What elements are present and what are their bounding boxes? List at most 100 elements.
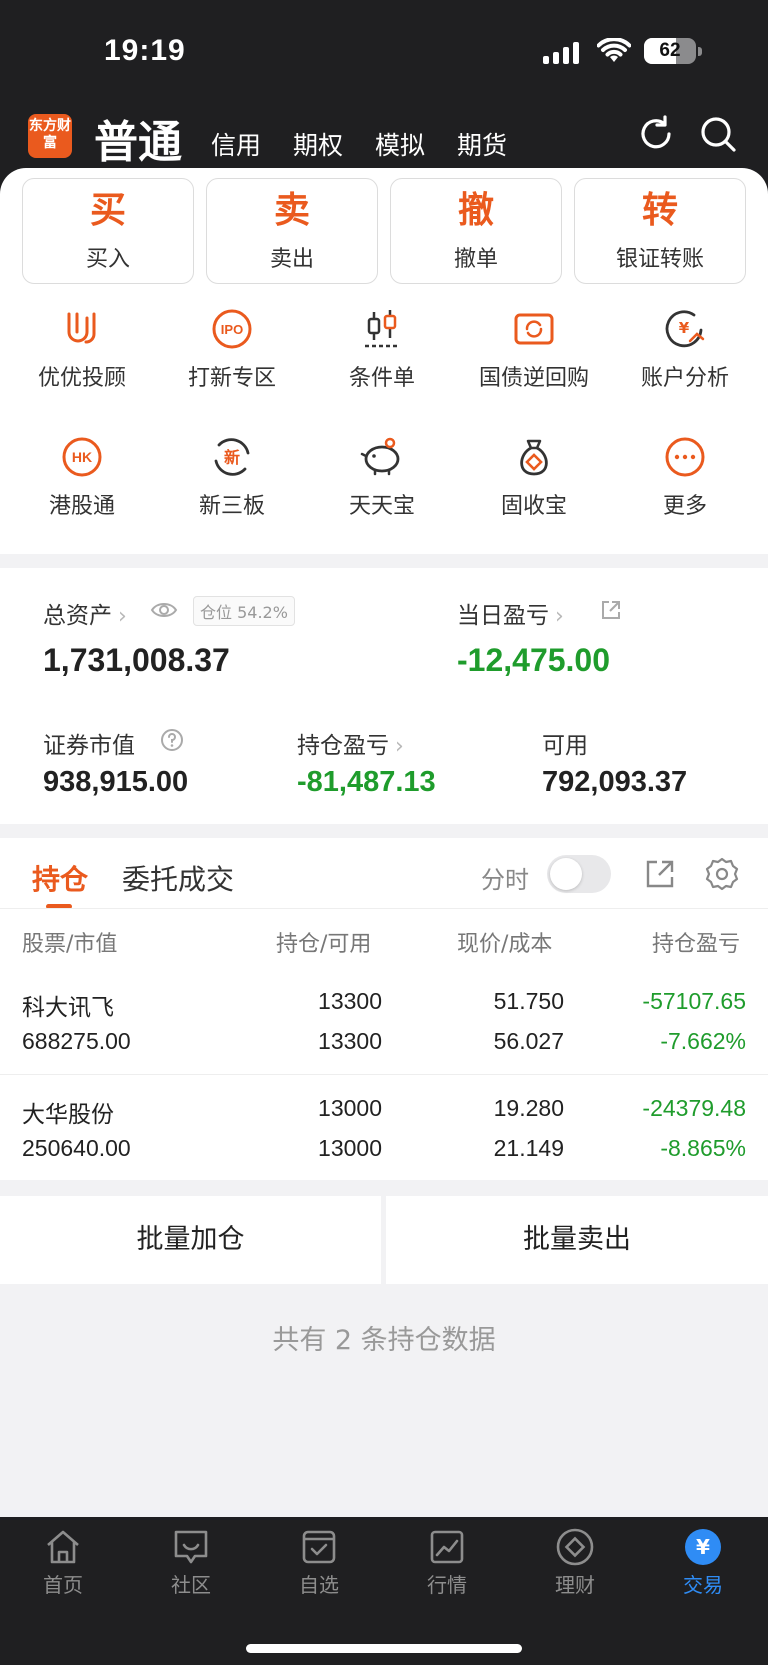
tab-ordinary[interactable]: 普通	[94, 106, 182, 170]
position-ratio-badge: 仓位 54.2%	[193, 596, 295, 626]
nav-watchlist[interactable]: 自选	[264, 1527, 374, 1598]
service-youyou-advisor[interactable]: 优优投顾	[7, 308, 157, 392]
stock-cost: 56.027	[493, 1028, 564, 1054]
batch-sell-button[interactable]: 批量卖出	[386, 1196, 768, 1284]
battery-tip	[698, 47, 702, 56]
eye-icon[interactable]	[150, 600, 178, 620]
buy-button[interactable]: 买 买入	[22, 178, 194, 284]
service-ipo-zone[interactable]: IPO 打新专区	[157, 308, 307, 392]
market-icon	[430, 1530, 464, 1564]
nav-label: 自选	[299, 1573, 339, 1597]
batch-add-button[interactable]: 批量加仓	[0, 1196, 381, 1284]
asset-summary: 总资产 › 仓位 54.2% 1,731,008.37 当日盈亏 › -12,475…	[0, 568, 768, 824]
col-header-position: 持仓/可用	[276, 932, 372, 957]
stock-pl-pct: -7.662%	[660, 1028, 746, 1054]
refresh-icon[interactable]	[636, 114, 676, 154]
tab-credit[interactable]: 信用	[211, 126, 261, 162]
trade-panel: 买 买入 卖 卖出 撤 撤单 转 银证转账 优优投顾 IPO 打新专区 条件单 …	[0, 168, 768, 554]
trade-icon: ¥	[685, 1529, 721, 1565]
total-assets-label[interactable]: 总资产 ›	[43, 596, 127, 630]
total-assets-value: 1,731,008.37	[43, 642, 230, 678]
stock-pl: -24379.48	[642, 1095, 746, 1121]
stock-pl: -57107.65	[642, 988, 746, 1014]
service-label: 天天宝	[348, 494, 415, 519]
community-icon	[174, 1530, 208, 1564]
stock-position: 13000	[318, 1095, 382, 1121]
cancel-glyph: 撤	[457, 190, 494, 231]
sell-label: 卖出	[269, 247, 314, 272]
nav-market[interactable]: 行情	[392, 1527, 502, 1598]
status-bar: 19:19 62	[0, 30, 768, 74]
nav-label: 交易	[683, 1573, 723, 1597]
fenshi-toggle[interactable]	[547, 855, 611, 893]
holding-pl-label[interactable]: 持仓盈亏 ›	[297, 726, 404, 760]
nav-wealth[interactable]: 理财	[520, 1527, 630, 1598]
stock-position: 13300	[318, 988, 382, 1014]
buy-glyph: 买	[89, 190, 126, 231]
cancel-order-button[interactable]: 撤 撤单	[390, 178, 562, 284]
tab-orders-trades[interactable]: 委托成交	[122, 858, 234, 898]
chevron-right-icon: ›	[118, 604, 127, 629]
service-hk-connect[interactable]: HK 港股通	[7, 436, 157, 520]
help-icon[interactable]	[160, 728, 184, 752]
service-label: 新三板	[198, 494, 265, 519]
more-icon	[665, 437, 705, 477]
stock-available: 13300	[318, 1028, 382, 1054]
market-value-label: 证券市值	[43, 733, 135, 759]
watchlist-icon	[302, 1530, 336, 1564]
stock-name: 大华股份	[22, 1102, 114, 1128]
bank-transfer-button[interactable]: 转 银证转账	[574, 178, 746, 284]
service-conditional-order[interactable]: 条件单	[307, 308, 457, 392]
daily-pl-label[interactable]: 当日盈亏 ›	[457, 596, 564, 630]
wealth-icon	[556, 1528, 594, 1566]
app-logo: 东方财富	[28, 114, 72, 158]
stock-name: 科大讯飞	[22, 995, 114, 1021]
nav-trade[interactable]: ¥ 交易	[648, 1527, 758, 1598]
gear-icon[interactable]	[705, 857, 739, 891]
stock-market-value: 250640.00	[22, 1135, 131, 1161]
stock-available: 13000	[318, 1135, 382, 1161]
service-account-analysis[interactable]: ¥ 账户分析	[610, 308, 760, 392]
available-value: 792,093.37	[542, 766, 688, 798]
sell-glyph: 卖	[273, 190, 310, 231]
candlestick-icon	[365, 310, 399, 348]
available-label: 可用	[542, 733, 588, 759]
col-header-pl: 持仓盈亏	[652, 932, 741, 957]
service-more[interactable]: 更多	[610, 436, 760, 520]
service-label: 账户分析	[640, 366, 729, 391]
search-icon[interactable]	[698, 114, 738, 154]
holdings-section: 持仓 委托成交 分时 股票/市值 持仓/可用 现价/成本 持仓盈亏 科大讯飞 6…	[0, 838, 768, 1180]
tab-positions[interactable]: 持仓	[32, 858, 88, 898]
stock-pl-pct: -8.865%	[660, 1135, 746, 1161]
svg-text:新: 新	[224, 448, 240, 467]
service-label: 港股通	[48, 494, 115, 519]
sell-button[interactable]: 卖 卖出	[206, 178, 378, 284]
service-label: 条件单	[348, 366, 415, 391]
batch-actions: 批量加仓 批量卖出	[0, 1196, 768, 1284]
nav-home[interactable]: 首页	[8, 1527, 118, 1598]
market-value: 938,915.00	[43, 766, 189, 798]
service-label: 更多	[662, 494, 707, 519]
tab-simulated[interactable]: 模拟	[375, 126, 425, 162]
share-icon[interactable]	[600, 599, 622, 621]
col-header-price: 现价/成本	[457, 932, 553, 957]
wifi-icon	[597, 38, 631, 62]
service-gushoubao[interactable]: 固收宝	[459, 436, 609, 520]
svg-text:IPO: IPO	[221, 322, 243, 337]
cancel-label: 撤单	[453, 247, 498, 272]
nav-label: 理财	[555, 1573, 595, 1597]
toggle-knob	[550, 858, 582, 890]
stock-market-value: 688275.00	[22, 1028, 131, 1054]
tab-options[interactable]: 期权	[293, 126, 343, 162]
nav-label: 社区	[171, 1573, 211, 1597]
chevron-right-icon: ›	[555, 604, 564, 629]
nav-community[interactable]: 社区	[136, 1527, 246, 1598]
service-bond-repo[interactable]: 国债逆回购	[459, 308, 609, 392]
stock-price: 51.750	[493, 988, 564, 1014]
home-indicator[interactable]	[246, 1644, 522, 1653]
export-icon[interactable]	[644, 858, 676, 890]
service-new-third-board[interactable]: 新 新三板	[157, 436, 307, 520]
tab-futures[interactable]: 期货	[457, 126, 507, 162]
battery-icon: 62	[644, 38, 696, 64]
service-tiantianbao[interactable]: 天天宝	[307, 436, 457, 520]
